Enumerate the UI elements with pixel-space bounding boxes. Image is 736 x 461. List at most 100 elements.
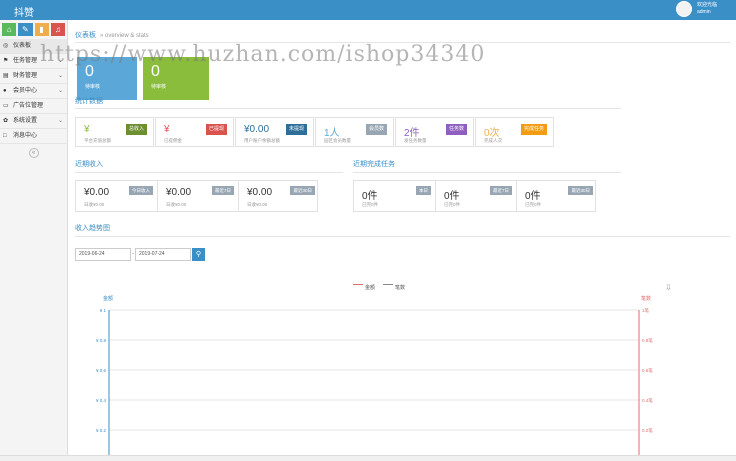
date-separator: - <box>132 251 134 257</box>
date-from-input[interactable]: 2019-06-24 <box>75 248 131 261</box>
y-tick-label: ¥ 0.6 <box>96 368 107 373</box>
bell-icon[interactable]: ♫ <box>50 23 65 36</box>
sidebar-item[interactable]: ▤ 财务管理 ⌄ <box>0 69 67 84</box>
gear-icon: ✿ <box>3 118 9 124</box>
welcome-line: 欢迎光临 <box>697 2 718 8</box>
welcome-text[interactable]: 欢迎光临 admin <box>697 2 717 16</box>
y2-tick-label: 0.2笔 <box>642 427 653 433</box>
income-trend-chart: 金额 笔数 ¥ 1 1笔 ¥ 0.8 0.8笔 ¥ 0.6 0.6笔 ¥ 0.4 0.4笔 ¥ 0.… <box>96 295 653 461</box>
income-badge: 今日收入 <box>129 186 153 195</box>
stat-label: 发任务数量 <box>404 138 427 143</box>
stat-label: 用户账户余额总额 <box>244 138 280 143</box>
stat-card: 1人 园区会员数量 会员数 <box>315 117 394 147</box>
stats-title: 统计数据 <box>75 98 103 105</box>
top-bar: 抖赞 欢迎光临 admin <box>0 0 736 20</box>
stat-label: 已提佣金 <box>164 138 182 143</box>
income-badge: 最近30日 <box>290 186 315 195</box>
stat-card: ¥ 平台充值总额 总收入 <box>75 117 154 147</box>
y-tick-label: ¥ 0.4 <box>96 398 107 403</box>
tasks-label: 已完0件 <box>525 202 542 207</box>
stat-value: 1人 <box>324 128 340 139</box>
breadcrumb: 仪表板 » overview & stats <box>75 30 149 40</box>
shield-icon[interactable]: ▮ <box>34 23 49 36</box>
sidebar-item-label: 广告位管理 <box>13 103 44 109</box>
stat-card: ¥ 已提佣金 已提现 <box>155 117 234 147</box>
main-content: 仪表板 » overview & stats 0 待审核 0 待审核 统计数据 ¥… <box>69 20 736 461</box>
sidebar-item-label: 仪表板 <box>13 43 32 49</box>
tasks-cell: 0件 已完0件 本日 <box>354 181 435 211</box>
sidebar-item-label: 会员中心 <box>13 88 38 94</box>
sidebar-item[interactable]: ● 会员中心 ⌄ <box>0 84 67 99</box>
stat-label: 平台充值总额 <box>84 138 111 143</box>
tasks-cell: 0件 已完0件 最近30日 <box>516 181 597 211</box>
sidebar-item-label: 系统设置 <box>13 118 38 124</box>
y2-tick-label: 0.8笔 <box>642 337 653 343</box>
left-axis-label: 金额 <box>103 295 113 302</box>
sidebar-item[interactable]: ◎ 仪表板 <box>0 39 67 54</box>
pending-tile-1[interactable]: 0 待审核 <box>77 57 137 100</box>
avatar[interactable] <box>676 1 692 17</box>
income-label: 日收¥0.00 <box>247 202 268 207</box>
tasks-panel: 0件 已完0件 本日 0件 已完0件 最近7日 0件 已完0件 最近30日 <box>353 180 596 212</box>
stat-value: 2件 <box>404 128 420 139</box>
y2-tick-label: 0.4笔 <box>642 397 653 403</box>
stat-label: 完成人次 <box>484 138 502 143</box>
sidebar-item[interactable]: ⚑ 任务管理 ⌄ <box>0 54 67 69</box>
income-label: 日收¥0.00 <box>166 202 187 207</box>
tasks-value: 0件 <box>362 191 378 202</box>
pencil-icon[interactable]: ✎ <box>18 23 33 36</box>
sidebar-item-label: 消息中心 <box>13 133 38 139</box>
income-value: ¥0.00 <box>84 187 110 198</box>
home-icon[interactable]: ⌂ <box>2 23 17 36</box>
tasks-label: 已完0件 <box>362 202 379 207</box>
divider <box>75 172 343 173</box>
income-badge: 最近7日 <box>211 186 234 195</box>
income-title: 近期收入 <box>75 161 103 168</box>
y-tick-label: ¥ 1 <box>100 308 107 313</box>
y2-tick-label: 0.6笔 <box>642 367 653 373</box>
sidebar-item[interactable]: □ 消息中心 <box>0 129 67 144</box>
income-label: 日收¥0.00 <box>84 202 105 207</box>
collapse-icon[interactable]: « <box>28 148 39 158</box>
dashboard-icon: ◎ <box>3 43 9 49</box>
stat-badge: 会员数 <box>365 124 387 135</box>
sidebar: ⌂ ✎ ▮ ♫ ◎ 仪表板 ⚑ 任务管理 ⌄ ▤ 财务管理 ⌄ ● 会员中心 ⌄ ▭ 广告位管理 ✿ 系统设置 ⌄ □… <box>0 20 68 461</box>
search-button[interactable]: ⚲ <box>192 248 205 261</box>
sidebar-menu: ◎ 仪表板 ⚑ 任务管理 ⌄ ▤ 财务管理 ⌄ ● 会员中心 ⌄ ▭ 广告位管理 ✿ 系统设置 ⌄ □ 消息中心 <box>0 39 67 144</box>
stat-badge: 完成任务 <box>520 124 547 135</box>
stat-value: 0次 <box>484 128 500 139</box>
stat-badge: 任务数 <box>445 124 467 135</box>
flag-icon: ⚑ <box>3 58 9 64</box>
tasks-label: 已完0件 <box>444 202 461 207</box>
stat-label: 园区会员数量 <box>324 138 351 143</box>
tasks-badge: 本日 <box>416 186 431 195</box>
stat-value: ¥0.00 <box>244 124 270 135</box>
income-cell: ¥0.00 日收¥0.00 最近7日 <box>157 181 238 211</box>
stat-badge: 已提现 <box>205 124 227 135</box>
tasks-badge: 最近30日 <box>568 186 593 195</box>
divider <box>75 42 730 43</box>
stat-value: ¥ <box>84 124 90 135</box>
stat-badge: 总收入 <box>125 124 147 135</box>
divider <box>75 108 621 109</box>
pending-tile-2[interactable]: 0 待审核 <box>143 57 209 100</box>
user-icon: ● <box>3 88 7 94</box>
date-to-input[interactable]: 2019-07-24 <box>135 248 191 261</box>
sidebar-item-label: 财务管理 <box>13 73 38 79</box>
chevron-down-icon: ⌄ <box>57 73 63 79</box>
income-cell: ¥0.00 日收¥0.00 最近30日 <box>238 181 319 211</box>
sidebar-item[interactable]: ▭ 广告位管理 <box>0 99 67 114</box>
income-value: ¥0.00 <box>166 187 192 198</box>
tile-count: 0 <box>151 63 160 80</box>
income-value: ¥0.00 <box>247 187 273 198</box>
stat-card: 2件 发任务数量 任务数 <box>395 117 474 147</box>
tasks-value: 0件 <box>444 191 460 202</box>
horizontal-scrollbar[interactable] <box>0 455 736 461</box>
tasks-cell: 0件 已完0件 最近7日 <box>435 181 516 211</box>
sidebar-item[interactable]: ✿ 系统设置 ⌄ <box>0 114 67 129</box>
stat-value: ¥ <box>164 124 170 135</box>
chevron-down-icon: ⌄ <box>57 118 63 124</box>
app-title: 抖赞 <box>14 8 34 19</box>
sidebar-shortcuts: ⌂ ✎ ▮ ♫ <box>0 20 67 39</box>
y2-tick-label: 1笔 <box>642 307 650 313</box>
